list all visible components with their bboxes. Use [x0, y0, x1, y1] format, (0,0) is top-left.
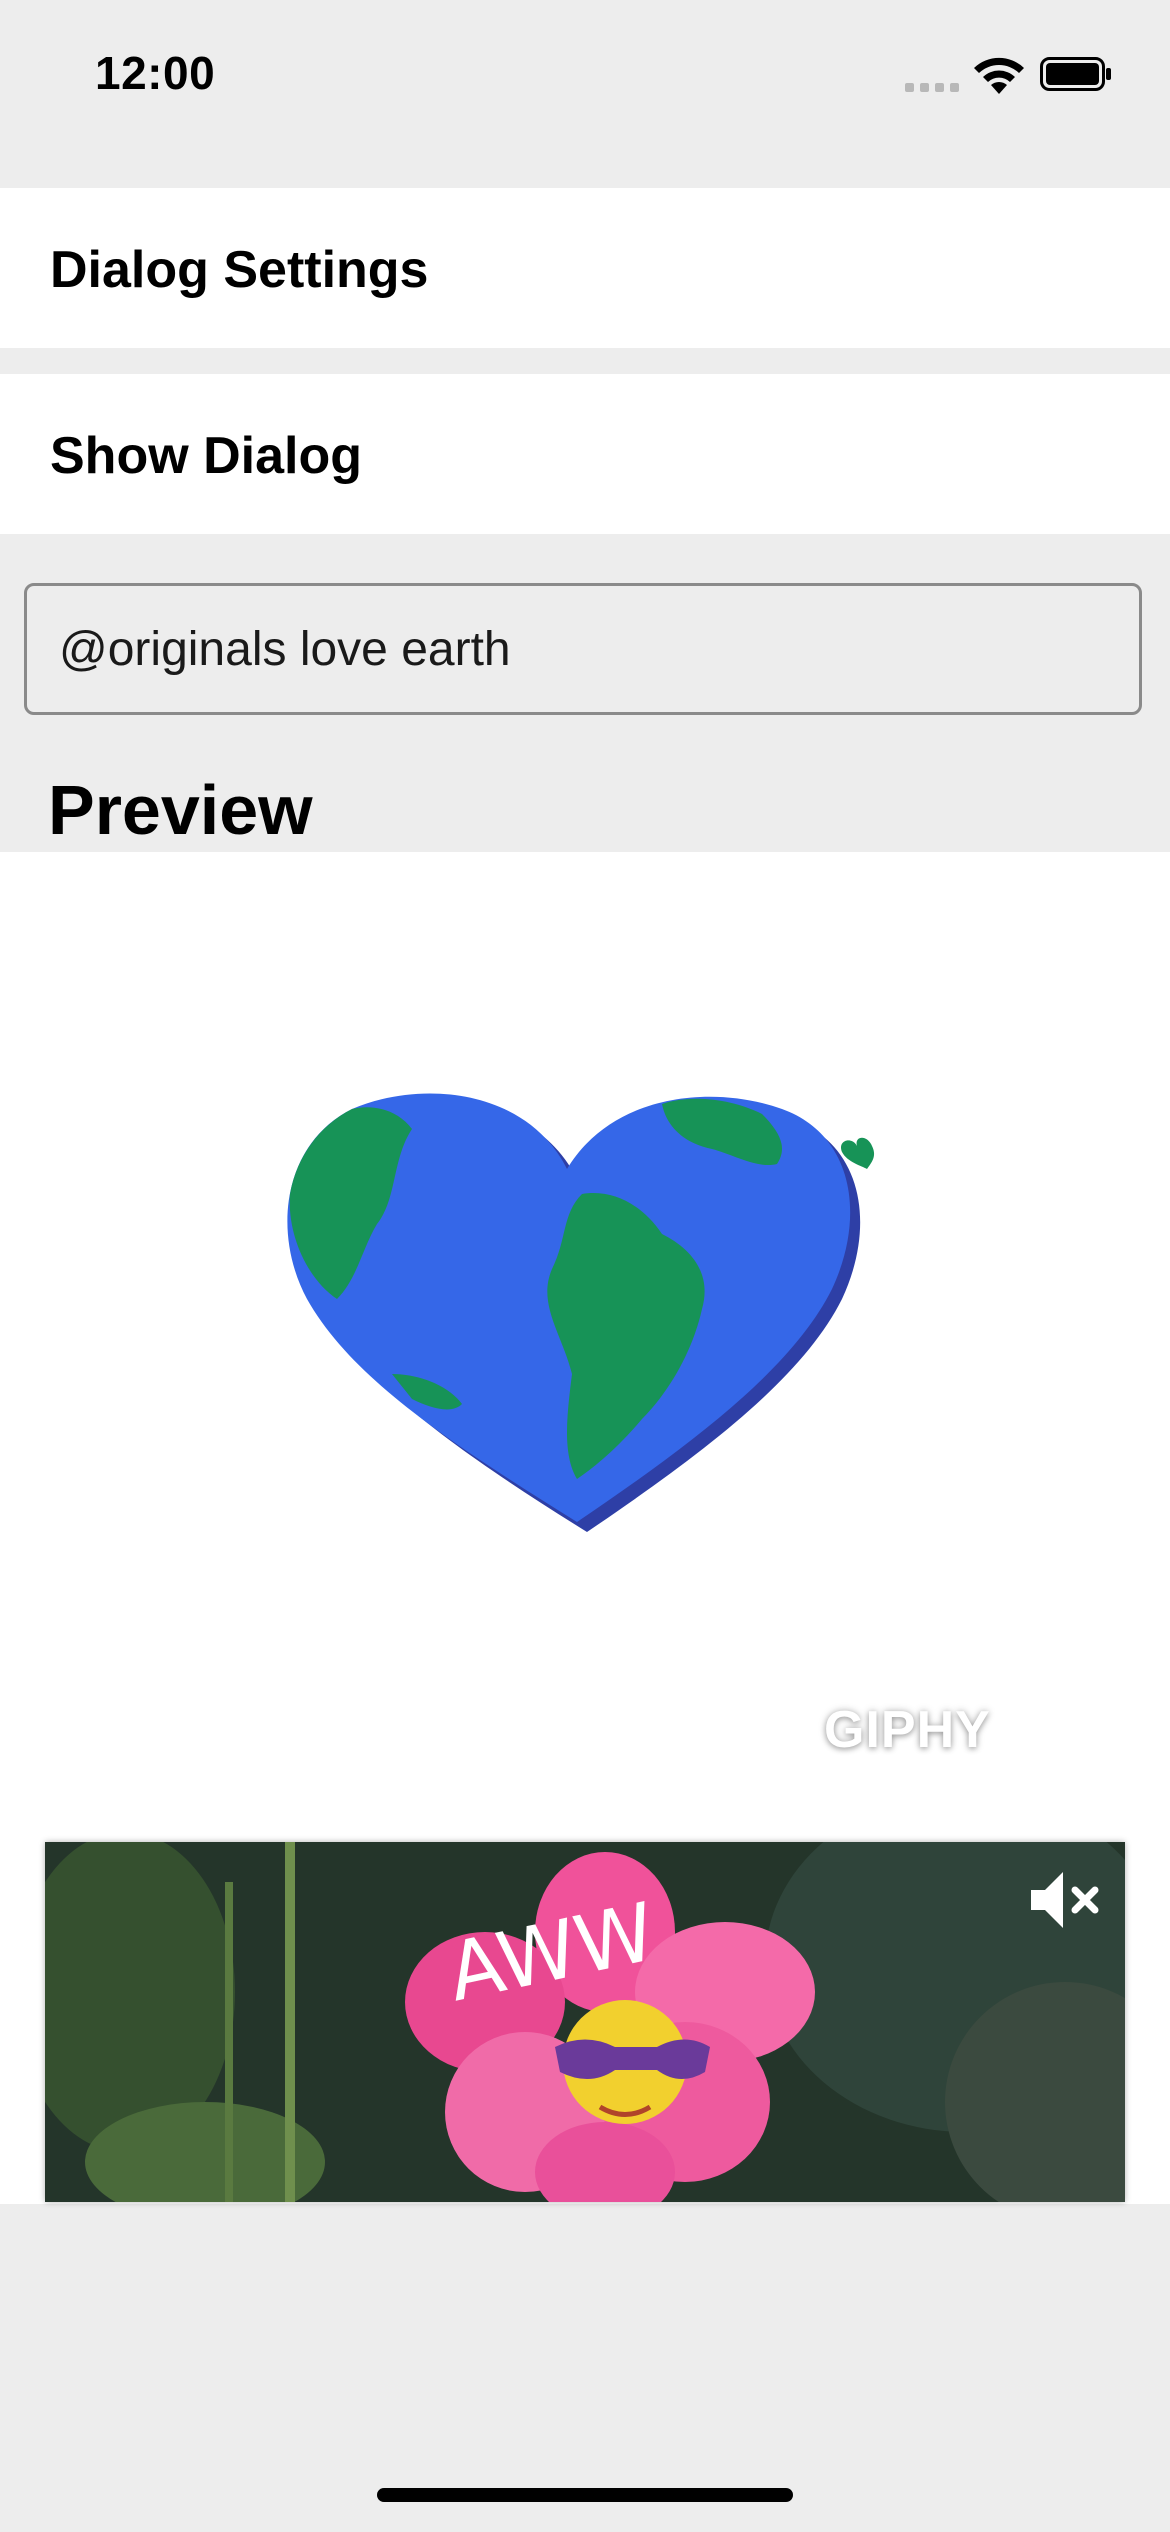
wifi-icon: [974, 57, 1024, 94]
video-player[interactable]: AWW: [45, 1842, 1125, 2202]
cellular-signal-icon: [905, 78, 961, 92]
show-dialog-row[interactable]: Show Dialog: [0, 374, 1170, 534]
preview-title: Preview: [48, 771, 313, 849]
speaker-muted-icon[interactable]: [1029, 1866, 1105, 1934]
search-field[interactable]: [24, 583, 1142, 715]
dialog-settings-label: Dialog Settings: [50, 241, 429, 299]
status-bar: 12:00: [0, 0, 1170, 150]
show-dialog-label: Show Dialog: [50, 427, 362, 485]
earth-heart-gif[interactable]: [262, 1074, 912, 1534]
home-indicator[interactable]: [377, 2488, 793, 2502]
status-time: 12:00: [95, 47, 216, 99]
dialog-settings-row[interactable]: Dialog Settings: [0, 188, 1170, 348]
flower-gif: AWW: [45, 1842, 1125, 2202]
battery-icon: [1040, 57, 1111, 91]
giphy-watermark: GIPHY: [824, 1701, 991, 1759]
search-input[interactable]: [27, 586, 1077, 712]
